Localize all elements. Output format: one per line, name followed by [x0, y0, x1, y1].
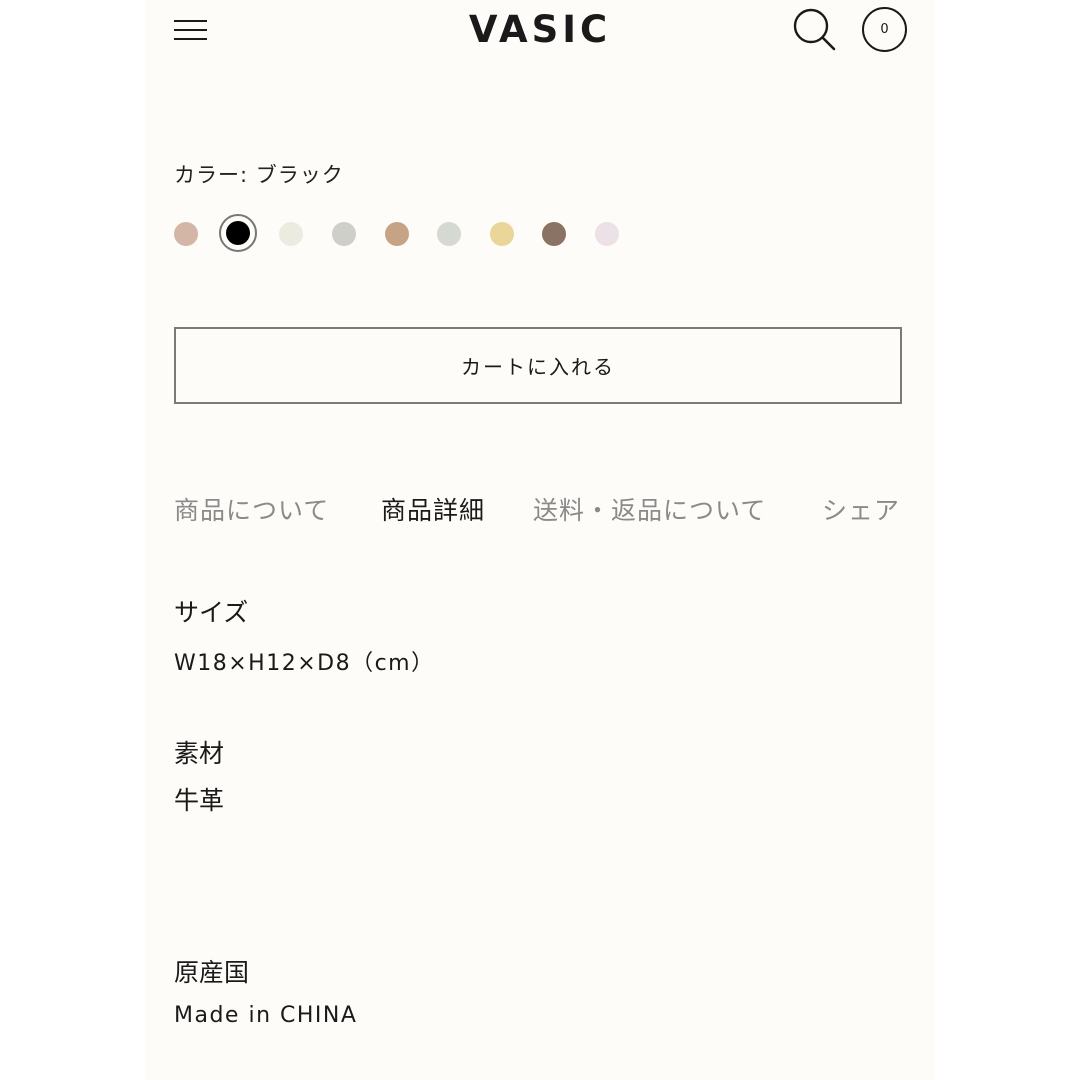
- color-swatch-selected[interactable]: [219, 214, 257, 252]
- color-swatch[interactable]: [595, 222, 619, 246]
- color-swatch[interactable]: [490, 222, 514, 246]
- search-icon[interactable]: [792, 6, 840, 54]
- color-swatch[interactable]: [279, 222, 303, 246]
- color-swatch[interactable]: [332, 222, 356, 246]
- material-value: 牛革: [174, 786, 225, 815]
- header: VASIC 0: [145, 0, 935, 62]
- origin-heading: 原産国: [174, 958, 250, 987]
- tab-shipping-returns[interactable]: 送料・返品について: [533, 491, 766, 527]
- color-swatch[interactable]: [542, 222, 566, 246]
- material-heading: 素材: [174, 739, 225, 768]
- color-swatch[interactable]: [437, 222, 461, 246]
- color-swatch[interactable]: [174, 222, 198, 246]
- origin-value: Made in CHINA: [174, 1003, 358, 1028]
- tab-product-details[interactable]: 商品詳細: [381, 491, 485, 527]
- color-swatch-dot: [226, 221, 250, 245]
- cart-count-badge[interactable]: 0: [862, 7, 907, 52]
- add-to-cart-button[interactable]: カートに入れる: [174, 327, 902, 404]
- product-page: VASIC 0 カラー: ブラック カートに入れる 商品について 商品詳細 送料…: [145, 0, 935, 1080]
- size-heading: サイズ: [174, 598, 249, 627]
- color-swatch[interactable]: [385, 222, 409, 246]
- tab-about-product[interactable]: 商品について: [174, 491, 329, 527]
- tab-share[interactable]: シェア: [822, 491, 900, 527]
- size-value: W18×H12×D8（cm）: [174, 651, 435, 676]
- color-label: カラー: ブラック: [174, 163, 344, 187]
